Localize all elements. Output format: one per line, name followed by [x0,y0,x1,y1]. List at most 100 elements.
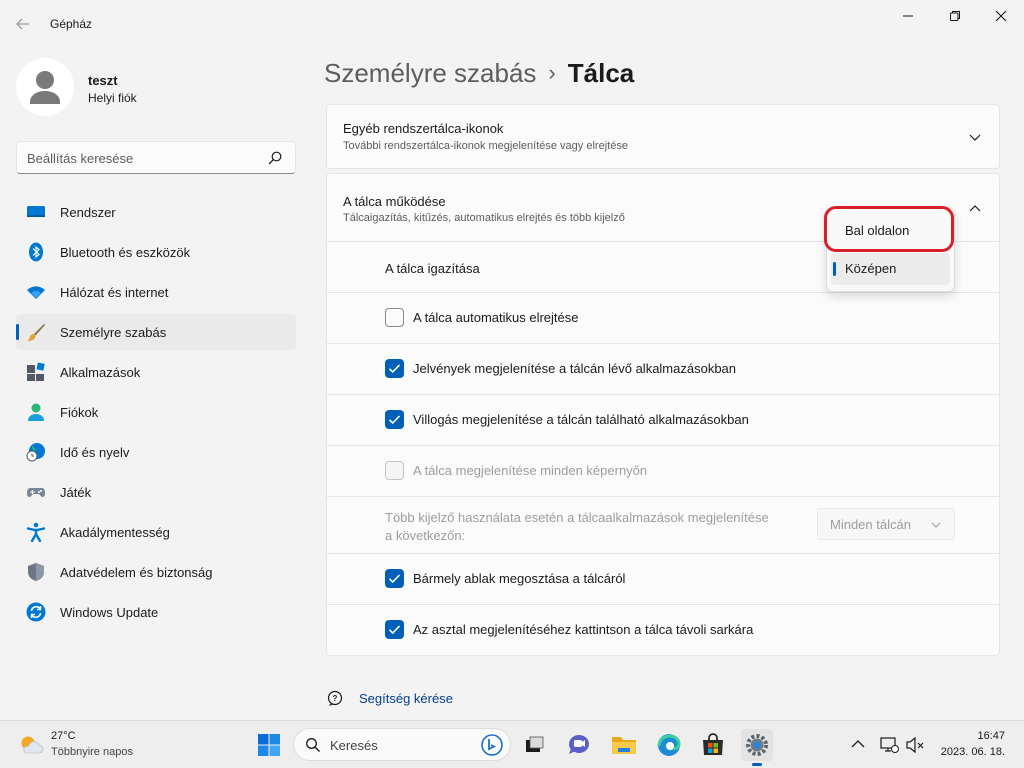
sidebar-item-label: Rendszer [60,205,116,220]
taskbar-search[interactable]: Keresés [293,728,511,761]
far-corner-checkbox[interactable] [385,620,404,639]
setting-row-multi-display: Több kijelző használata esetén a tálcaal… [326,497,1000,554]
restore-icon [950,11,960,21]
edge-icon [657,734,681,756]
volume-muted-icon[interactable] [905,735,925,755]
paintbrush-icon [27,324,45,341]
breadcrumb-parent[interactable]: Személyre szabás [324,58,536,88]
badges-checkbox[interactable] [385,359,404,378]
start-button[interactable] [253,729,285,761]
card-title: A tálca működése [343,194,446,209]
chevron-up-icon[interactable] [848,735,868,755]
clock-date[interactable]: 2023. 06. 18. [941,746,1005,758]
user-avatar-icon [30,71,60,104]
minimize-icon [903,15,913,17]
sidebar-item-label: Akadálymentesség [60,525,170,540]
sidebar-item-label: Hálózat és internet [60,285,169,300]
svg-text:?: ? [333,694,338,703]
alignment-option-center[interactable]: Középen [831,253,950,285]
sidebar-item-windows-update[interactable]: Windows Update [16,594,296,630]
all-displays-label: A tálca megjelenítése minden képernyőn [413,463,648,478]
multi-display-label-line2: a következőn: [385,528,466,543]
card-subtitle: Tálcaigazítás, kitűzés, automatikus elre… [343,212,625,224]
arrow-left-icon [16,18,29,30]
search-input[interactable] [27,149,257,167]
option-label: Középen [845,261,897,276]
setting-row-far-corner[interactable]: Az asztal megjelenítéséhez kattintson a … [326,605,1000,656]
task-view-button[interactable] [518,729,550,761]
shield-icon [28,563,44,581]
sidebar-item-system[interactable]: Rendszer [16,194,296,230]
sidebar-item-label: Fiókok [60,405,99,420]
multi-display-value: Minden tálcán [830,517,911,532]
setting-row-auto-hide[interactable]: A tálca automatikus elrejtése [326,293,1000,344]
search-icon [268,151,282,165]
weather-partly-sunny-icon [21,736,44,754]
setting-row-all-displays: A tálca megjelenítése minden képernyőn [326,446,1000,497]
globe-clock-icon [26,443,45,462]
profile-name: teszt [88,73,118,88]
badges-label: Jelvények megjelenítése a tálcán lévő al… [413,361,737,376]
flashing-checkbox[interactable] [385,410,404,429]
taskbar-search-label: Keresés [330,738,378,753]
windows-taskbar: 27°C Többnyire napos Keresés 16:47 2023.… [0,720,1024,768]
maximize-button[interactable] [932,4,978,30]
help-chat-icon: ? [327,690,343,706]
accessibility-icon [26,522,46,542]
sidebar-item-gaming[interactable]: Játék [16,474,296,510]
bing-icon[interactable] [480,733,504,757]
search-icon [306,738,320,752]
back-button[interactable] [10,12,36,36]
network-icon[interactable] [879,735,899,755]
weather-temperature: 27°C [51,730,76,742]
title-bar: Gépház [0,0,1024,48]
sidebar-item-personalization[interactable]: Személyre szabás [16,314,296,350]
file-explorer-button[interactable] [608,729,640,761]
avatar[interactable] [16,58,74,116]
close-button[interactable] [978,4,1024,30]
sidebar-item-accounts[interactable]: Fiókok [16,394,296,430]
sidebar-item-label: Adatvédelem és biztonság [60,565,213,580]
teams-chat-button[interactable] [563,729,595,761]
far-corner-label: Az asztal megjelenítéséhez kattintson a … [413,622,754,637]
checkmark-icon [388,625,401,635]
close-icon [995,10,1007,22]
windows-start-icon [258,734,280,756]
sidebar-item-accessibility[interactable]: Akadálymentesség [16,514,296,550]
sidebar-item-network[interactable]: Hálózat és internet [16,274,296,310]
sidebar-item-label: Bluetooth és eszközök [60,245,191,260]
auto-hide-checkbox[interactable] [385,308,404,327]
sidebar-item-bluetooth[interactable]: Bluetooth és eszközök [16,234,296,270]
share-window-checkbox[interactable] [385,569,404,588]
store-button[interactable] [697,729,729,761]
sidebar-item-time-language[interactable]: Idő és nyelv [16,434,296,470]
multi-display-label-line1: Több kijelző használata esetén a tálcaal… [385,510,769,525]
share-window-label: Bármely ablak megosztása a tálcáról [413,571,626,586]
sidebar-item-privacy-security[interactable]: Adatvédelem és biztonság [16,554,296,590]
teams-chat-icon [569,735,589,754]
chevron-up-icon[interactable] [967,201,983,217]
help-link[interactable]: Segítség kérése [359,691,453,706]
multi-display-dropdown: Minden tálcán [817,508,955,540]
clock-time[interactable]: 16:47 [977,730,1005,742]
chevron-down-icon[interactable] [967,129,983,145]
setting-row-badges[interactable]: Jelvények megjelenítése a tálcán lévő al… [326,344,1000,395]
sidebar-item-apps[interactable]: Alkalmazások [16,354,296,390]
settings-search[interactable] [16,141,296,174]
auto-hide-label: A tálca automatikus elrejtése [413,310,579,325]
setting-row-flashing[interactable]: Villogás megjelenítése a tálcán találhat… [326,395,1000,446]
active-app-indicator [752,763,762,766]
window-title: Gépház [50,17,93,31]
card-subtitle: További rendszertálca-ikonok megjeleníté… [343,140,628,152]
minimize-button[interactable] [885,4,931,30]
profile-account-type: Helyi fiók [88,91,137,105]
other-tray-icons-card[interactable]: Egyéb rendszertálca-ikonok További rends… [326,104,1000,169]
edge-button[interactable] [653,729,685,761]
settings-app-button[interactable] [741,729,773,766]
sidebar-item-label: Alkalmazások [60,365,141,380]
chevron-down-icon [931,522,941,528]
alignment-label: A tálca igazítása [385,261,480,276]
setting-row-share-window[interactable]: Bármely ablak megosztása a tálcáról [326,554,1000,605]
person-icon [28,403,44,421]
wifi-icon [27,286,45,299]
